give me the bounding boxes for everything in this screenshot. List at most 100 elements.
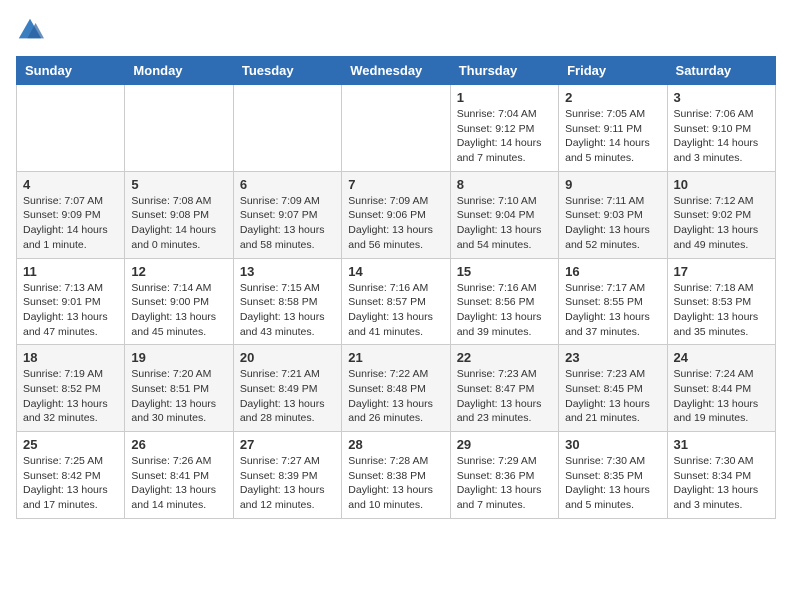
day-number: 1 (457, 90, 552, 105)
day-info: Sunrise: 7:12 AM Sunset: 9:02 PM Dayligh… (674, 194, 769, 253)
day-info: Sunrise: 7:29 AM Sunset: 8:36 PM Dayligh… (457, 454, 552, 513)
day-info: Sunrise: 7:30 AM Sunset: 8:35 PM Dayligh… (565, 454, 660, 513)
calendar-cell: 4 Sunrise: 7:07 AM Sunset: 9:09 PM Daylig… (17, 171, 125, 258)
day-info: Sunrise: 7:10 AM Sunset: 9:04 PM Dayligh… (457, 194, 552, 253)
day-info: Sunrise: 7:19 AM Sunset: 8:52 PM Dayligh… (23, 367, 118, 426)
day-number: 9 (565, 177, 660, 192)
header-wednesday: Wednesday (342, 57, 450, 85)
calendar-cell: 16 Sunrise: 7:17 AM Sunset: 8:55 PM Dayli… (559, 258, 667, 345)
day-number: 2 (565, 90, 660, 105)
day-info: Sunrise: 7:07 AM Sunset: 9:09 PM Dayligh… (23, 194, 118, 253)
day-number: 18 (23, 350, 118, 365)
day-info: Sunrise: 7:14 AM Sunset: 9:00 PM Dayligh… (131, 281, 226, 340)
day-info: Sunrise: 7:05 AM Sunset: 9:11 PM Dayligh… (565, 107, 660, 166)
day-info: Sunrise: 7:25 AM Sunset: 8:42 PM Dayligh… (23, 454, 118, 513)
calendar-cell: 30 Sunrise: 7:30 AM Sunset: 8:35 PM Dayli… (559, 432, 667, 519)
day-info: Sunrise: 7:11 AM Sunset: 9:03 PM Dayligh… (565, 194, 660, 253)
calendar-cell: 14 Sunrise: 7:16 AM Sunset: 8:57 PM Dayli… (342, 258, 450, 345)
calendar-cell: 6 Sunrise: 7:09 AM Sunset: 9:07 PM Daylig… (233, 171, 341, 258)
calendar-cell (233, 85, 341, 172)
calendar-cell: 3Sunrise: 7:06 AM Sunset: 9:10 PM Daylig… (667, 85, 775, 172)
day-info: Sunrise: 7:22 AM Sunset: 8:48 PM Dayligh… (348, 367, 443, 426)
calendar-cell: 29 Sunrise: 7:29 AM Sunset: 8:36 PM Dayli… (450, 432, 558, 519)
calendar-cell: 28 Sunrise: 7:28 AM Sunset: 8:38 PM Dayli… (342, 432, 450, 519)
day-info: Sunrise: 7:17 AM Sunset: 8:55 PM Dayligh… (565, 281, 660, 340)
calendar-cell: 18 Sunrise: 7:19 AM Sunset: 8:52 PM Dayli… (17, 345, 125, 432)
day-info: Sunrise: 7:13 AM Sunset: 9:01 PM Dayligh… (23, 281, 118, 340)
day-info: Sunrise: 7:15 AM Sunset: 8:58 PM Dayligh… (240, 281, 335, 340)
day-info: Sunrise: 7:09 AM Sunset: 9:07 PM Dayligh… (240, 194, 335, 253)
header-tuesday: Tuesday (233, 57, 341, 85)
header-friday: Friday (559, 57, 667, 85)
day-number: 30 (565, 437, 660, 452)
calendar-cell: 19 Sunrise: 7:20 AM Sunset: 8:51 PM Dayli… (125, 345, 233, 432)
day-number: 5 (131, 177, 226, 192)
day-info: Sunrise: 7:21 AM Sunset: 8:49 PM Dayligh… (240, 367, 335, 426)
calendar-cell: 1 Sunrise: 7:04 AM Sunset: 9:12 PM Daylig… (450, 85, 558, 172)
day-number: 3 (674, 90, 769, 105)
day-info: Sunrise: 7:08 AM Sunset: 9:08 PM Dayligh… (131, 194, 226, 253)
day-number: 26 (131, 437, 226, 452)
day-info: Sunrise: 7:09 AM Sunset: 9:06 PM Dayligh… (348, 194, 443, 253)
day-number: 6 (240, 177, 335, 192)
day-number: 14 (348, 264, 443, 279)
day-number: 31 (674, 437, 769, 452)
logo (16, 16, 48, 44)
day-number: 8 (457, 177, 552, 192)
calendar-week-3: 11Sunrise: 7:13 AM Sunset: 9:01 PM Dayli… (17, 258, 776, 345)
calendar-week-1: 1 Sunrise: 7:04 AM Sunset: 9:12 PM Daylig… (17, 85, 776, 172)
day-number: 23 (565, 350, 660, 365)
day-number: 21 (348, 350, 443, 365)
day-info: Sunrise: 7:23 AM Sunset: 8:45 PM Dayligh… (565, 367, 660, 426)
day-info: Sunrise: 7:27 AM Sunset: 8:39 PM Dayligh… (240, 454, 335, 513)
day-number: 29 (457, 437, 552, 452)
day-number: 7 (348, 177, 443, 192)
calendar-cell: 11Sunrise: 7:13 AM Sunset: 9:01 PM Dayli… (17, 258, 125, 345)
calendar-cell: 9 Sunrise: 7:11 AM Sunset: 9:03 PM Daylig… (559, 171, 667, 258)
calendar-cell: 5 Sunrise: 7:08 AM Sunset: 9:08 PM Daylig… (125, 171, 233, 258)
logo-icon (16, 16, 44, 44)
day-info: Sunrise: 7:23 AM Sunset: 8:47 PM Dayligh… (457, 367, 552, 426)
day-number: 16 (565, 264, 660, 279)
page-header (16, 16, 776, 44)
calendar-cell: 2 Sunrise: 7:05 AM Sunset: 9:11 PM Daylig… (559, 85, 667, 172)
day-info: Sunrise: 7:30 AM Sunset: 8:34 PM Dayligh… (674, 454, 769, 513)
day-number: 24 (674, 350, 769, 365)
header-thursday: Thursday (450, 57, 558, 85)
calendar-cell: 23 Sunrise: 7:23 AM Sunset: 8:45 PM Dayli… (559, 345, 667, 432)
day-info: Sunrise: 7:16 AM Sunset: 8:56 PM Dayligh… (457, 281, 552, 340)
calendar-cell (125, 85, 233, 172)
day-info: Sunrise: 7:20 AM Sunset: 8:51 PM Dayligh… (131, 367, 226, 426)
calendar-cell: 15 Sunrise: 7:16 AM Sunset: 8:56 PM Dayli… (450, 258, 558, 345)
calendar-week-4: 18 Sunrise: 7:19 AM Sunset: 8:52 PM Dayli… (17, 345, 776, 432)
calendar-cell (342, 85, 450, 172)
day-number: 15 (457, 264, 552, 279)
calendar-week-5: 25 Sunrise: 7:25 AM Sunset: 8:42 PM Dayli… (17, 432, 776, 519)
calendar-cell: 10Sunrise: 7:12 AM Sunset: 9:02 PM Dayli… (667, 171, 775, 258)
day-number: 22 (457, 350, 552, 365)
calendar-cell: 21 Sunrise: 7:22 AM Sunset: 8:48 PM Dayli… (342, 345, 450, 432)
calendar-cell: 20 Sunrise: 7:21 AM Sunset: 8:49 PM Dayli… (233, 345, 341, 432)
day-number: 20 (240, 350, 335, 365)
day-info: Sunrise: 7:18 AM Sunset: 8:53 PM Dayligh… (674, 281, 769, 340)
day-info: Sunrise: 7:24 AM Sunset: 8:44 PM Dayligh… (674, 367, 769, 426)
header-saturday: Saturday (667, 57, 775, 85)
header-sunday: Sunday (17, 57, 125, 85)
day-info: Sunrise: 7:28 AM Sunset: 8:38 PM Dayligh… (348, 454, 443, 513)
day-number: 4 (23, 177, 118, 192)
day-number: 28 (348, 437, 443, 452)
day-number: 19 (131, 350, 226, 365)
calendar-cell: 31 Sunrise: 7:30 AM Sunset: 8:34 PM Dayli… (667, 432, 775, 519)
calendar-week-2: 4 Sunrise: 7:07 AM Sunset: 9:09 PM Daylig… (17, 171, 776, 258)
day-info: Sunrise: 7:16 AM Sunset: 8:57 PM Dayligh… (348, 281, 443, 340)
calendar-cell: 26Sunrise: 7:26 AM Sunset: 8:41 PM Dayli… (125, 432, 233, 519)
calendar-cell: 8 Sunrise: 7:10 AM Sunset: 9:04 PM Daylig… (450, 171, 558, 258)
day-info: Sunrise: 7:04 AM Sunset: 9:12 PM Dayligh… (457, 107, 552, 166)
calendar-header-row: SundayMondayTuesdayWednesdayThursdayFrid… (17, 57, 776, 85)
day-number: 12 (131, 264, 226, 279)
day-number: 25 (23, 437, 118, 452)
calendar-cell (17, 85, 125, 172)
day-number: 27 (240, 437, 335, 452)
calendar-table: SundayMondayTuesdayWednesdayThursdayFrid… (16, 56, 776, 519)
day-number: 13 (240, 264, 335, 279)
